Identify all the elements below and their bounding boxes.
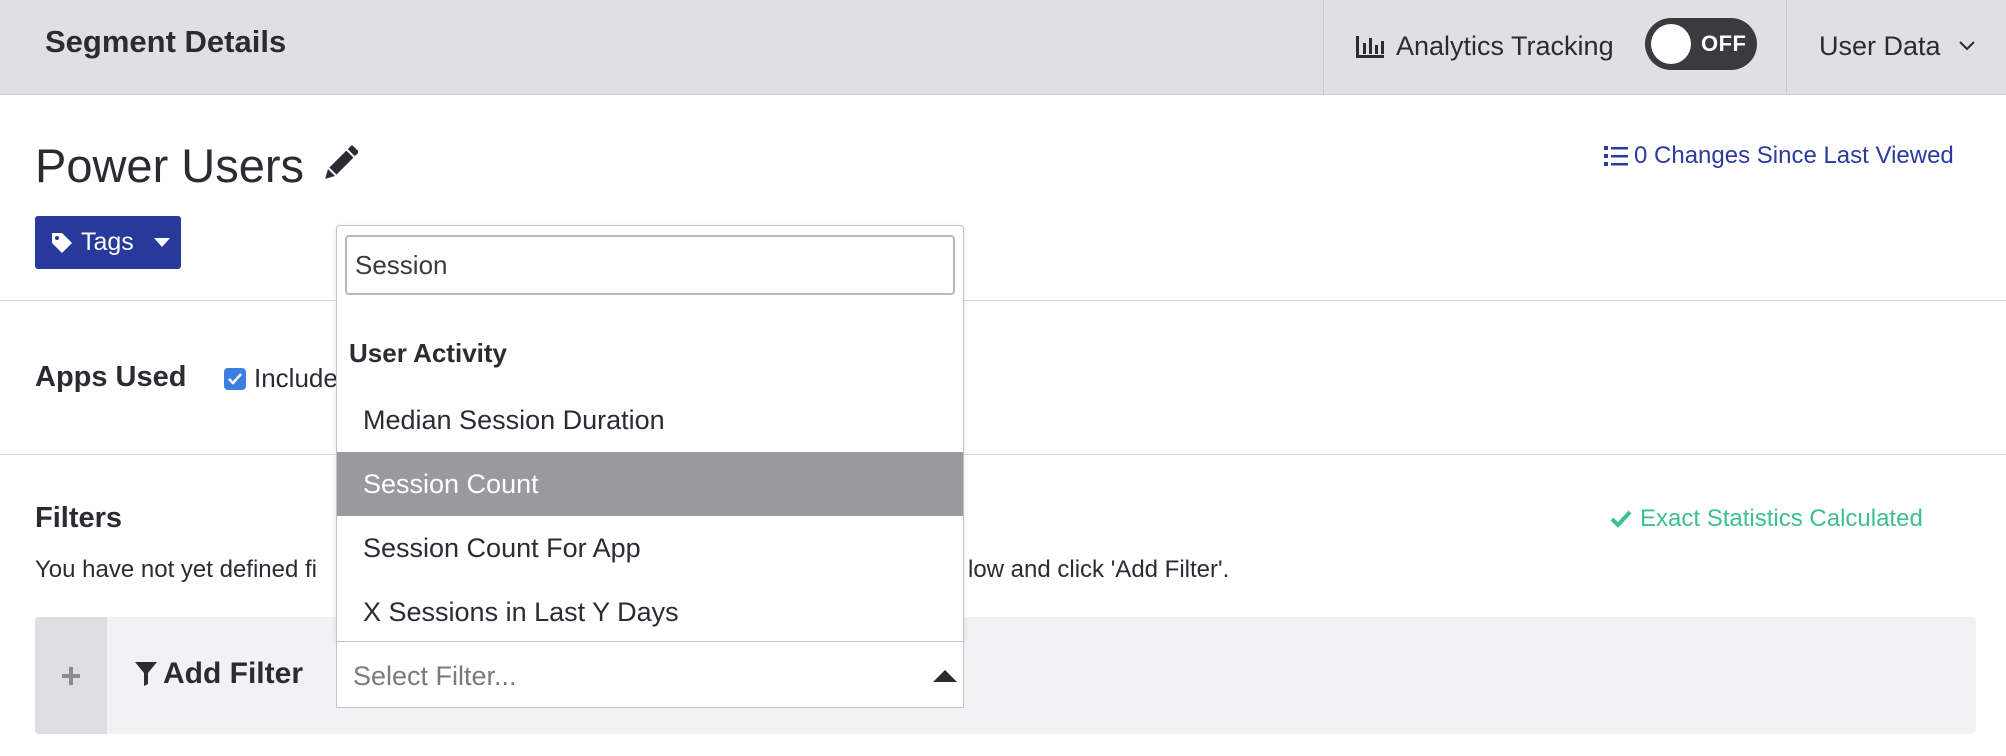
dropdown-option-highlighted[interactable]: Session Count — [337, 452, 963, 516]
header-divider — [1323, 0, 1324, 95]
header-divider — [1786, 0, 1787, 95]
filters-heading: Filters — [35, 502, 123, 534]
user-data-menu[interactable]: User Data — [1819, 26, 1975, 66]
stats-status: Exact Statistics Calculated — [1610, 505, 1923, 533]
checkmark-icon — [1610, 510, 1632, 528]
user-data-label: User Data — [1819, 30, 1941, 61]
filter-dropdown-menu: User Activity Median Session Duration Se… — [336, 225, 964, 642]
filters-description-end: low and click 'Add Filter'. — [968, 556, 1230, 583]
tags-button-label: Tags — [81, 228, 134, 256]
include-checkbox[interactable] — [224, 368, 246, 390]
section-divider — [0, 300, 2006, 301]
dropdown-option-label: Session Count For App — [363, 532, 641, 563]
tags-button[interactable]: Tags — [35, 216, 181, 269]
include-label: Include — [254, 363, 338, 393]
apps-used-label: Apps Used — [35, 361, 187, 393]
analytics-tracking: Analytics Tracking — [1356, 26, 1614, 66]
add-filter-text: Add Filter — [163, 657, 303, 690]
filters-description-start: You have not yet defined fi — [35, 556, 317, 583]
chevron-down-icon — [1958, 41, 1975, 51]
header-title: Segment Details — [45, 24, 287, 59]
changes-since-last-viewed-link[interactable]: 0 Changes Since Last Viewed — [1604, 142, 1954, 170]
analytics-tracking-label: Analytics Tracking — [1396, 30, 1614, 61]
dropdown-option[interactable]: Median Session Duration — [337, 388, 963, 452]
toggle-state-label: OFF — [1701, 31, 1747, 56]
dropdown-group-label: User Activity — [349, 338, 507, 368]
list-icon — [1604, 146, 1628, 166]
section-divider — [0, 454, 2006, 455]
filter-search-input[interactable] — [345, 235, 955, 295]
top-header: Segment Details Analytics Tracking OFF U… — [0, 0, 2006, 95]
dropdown-option[interactable]: Session Count For App — [337, 516, 963, 580]
filter-select[interactable]: Select Filter... — [336, 641, 964, 708]
checkbox-checked-icon — [228, 373, 242, 385]
dropdown-option-label: Median Session Duration — [363, 404, 665, 435]
dropdown-option-label: X Sessions in Last Y Days — [363, 596, 679, 627]
add-filter-row: Add Filter — [35, 617, 1976, 734]
caret-up-icon — [933, 670, 957, 682]
tag-icon — [52, 232, 72, 253]
add-filter-plus-button[interactable] — [35, 617, 107, 734]
dropdown-option-label: Session Count — [363, 468, 539, 499]
analytics-tracking-toggle[interactable]: OFF — [1645, 18, 1757, 70]
caret-down-icon — [153, 237, 170, 247]
toggle-knob — [1651, 24, 1691, 64]
segment-name: Power Users — [35, 139, 305, 192]
plus-icon — [62, 666, 80, 685]
dropdown-option[interactable]: X Sessions in Last Y Days — [337, 580, 963, 644]
changes-link-label: 0 Changes Since Last Viewed — [1634, 142, 1954, 169]
bar-chart-icon — [1356, 36, 1384, 58]
pencil-icon[interactable] — [322, 145, 358, 183]
stats-status-label: Exact Statistics Calculated — [1640, 505, 1923, 532]
filter-icon — [135, 662, 157, 686]
add-filter-label: Add Filter — [135, 657, 303, 691]
filter-select-placeholder: Select Filter... — [353, 661, 517, 691]
